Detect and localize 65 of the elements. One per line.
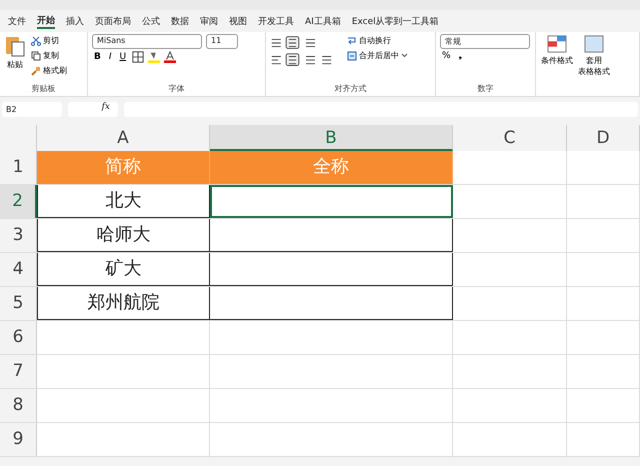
table-cell[interactable]	[210, 219, 453, 252]
bold-button[interactable]: B	[92, 52, 103, 62]
row-header[interactable]: 1	[0, 151, 37, 184]
table-cell[interactable]	[210, 287, 453, 320]
clipboard-icon	[5, 35, 25, 57]
ribbon-tab[interactable]: Excel从零到一工具箱	[352, 14, 439, 28]
wrap-icon	[347, 36, 357, 46]
ribbon-tab[interactable]: 视图	[229, 14, 247, 28]
name-box[interactable]: B2	[2, 102, 62, 117]
copy-button[interactable]: 复制	[29, 49, 69, 62]
table-cell[interactable]: 郑州航院	[37, 287, 210, 320]
number-format-dropdown[interactable]: 常规	[440, 34, 530, 49]
group-label: 数字	[476, 83, 494, 94]
ribbon-tab[interactable]: 公式	[142, 14, 160, 28]
format-painter-button[interactable]: 格式刷	[29, 64, 69, 77]
merge-center-button[interactable]: 合并后居中	[345, 49, 410, 62]
row-header[interactable]: 5	[0, 287, 37, 320]
row-header[interactable]: 9	[0, 423, 37, 456]
ribbon-tab[interactable]: 页面布局	[95, 14, 131, 28]
column-header[interactable]: D	[567, 125, 640, 151]
column-header[interactable]: C	[453, 125, 567, 151]
font-size-dropdown[interactable]: 11	[206, 34, 238, 49]
table-icon	[584, 35, 604, 53]
row-header[interactable]: 4	[0, 253, 37, 286]
chevron-down-icon	[401, 53, 408, 58]
insert-function-button[interactable]: fx	[68, 102, 118, 117]
ribbon-tab[interactable]: 开发工具	[258, 14, 294, 28]
cut-button[interactable]: 剪切	[29, 34, 69, 47]
row-header[interactable]: 2	[0, 185, 37, 218]
fill-color-icon[interactable]	[148, 51, 160, 63]
ribbon-tab[interactable]: 文件	[8, 14, 26, 28]
row-header[interactable]: 6	[0, 321, 37, 354]
ribbon-tab[interactable]: 审阅	[200, 14, 218, 28]
table-cell[interactable]	[210, 253, 453, 286]
paste-button[interactable]: 粘贴	[4, 34, 26, 83]
table-cell[interactable]: 哈师大	[37, 219, 210, 252]
group-label: 字体	[168, 83, 186, 94]
ribbon-tab[interactable]: 开始	[37, 14, 55, 28]
font-color-icon[interactable]	[164, 51, 176, 63]
table-grid-icon	[547, 35, 567, 53]
group-label: 对齐方式	[334, 83, 368, 94]
borders-icon[interactable]	[132, 51, 144, 63]
table-cell[interactable]: 矿大	[37, 253, 210, 286]
row-header[interactable]: 3	[0, 219, 37, 252]
row-header[interactable]: 7	[0, 355, 37, 388]
percent-button[interactable]: %	[440, 51, 453, 61]
brush-icon	[31, 66, 41, 76]
comma-button[interactable]: ❟	[456, 51, 465, 61]
font-family-dropdown[interactable]: MiSans	[92, 34, 202, 49]
merge-cells-icon	[347, 50, 357, 60]
table-format-button[interactable]: 套用 表格格式	[577, 34, 611, 94]
group-label: 剪贴板	[30, 83, 56, 94]
wrap-text-button[interactable]: 自动换行	[345, 34, 410, 47]
ribbon-tab[interactable]: AI工具箱	[305, 14, 341, 28]
underline-button[interactable]: U	[118, 52, 128, 62]
italic-button[interactable]: I	[106, 52, 114, 62]
scissors-icon	[31, 36, 41, 46]
ribbon-tab[interactable]: 插入	[66, 14, 84, 28]
row-header[interactable]: 8	[0, 389, 37, 422]
conditional-format-button[interactable]: 条件格式	[540, 34, 574, 94]
table-cell[interactable]	[210, 185, 453, 218]
ribbon-tab[interactable]: 数据	[171, 14, 189, 28]
copy-icon	[31, 50, 41, 60]
column-header[interactable]: B	[210, 125, 453, 151]
table-cell[interactable]: 北大	[37, 185, 210, 218]
